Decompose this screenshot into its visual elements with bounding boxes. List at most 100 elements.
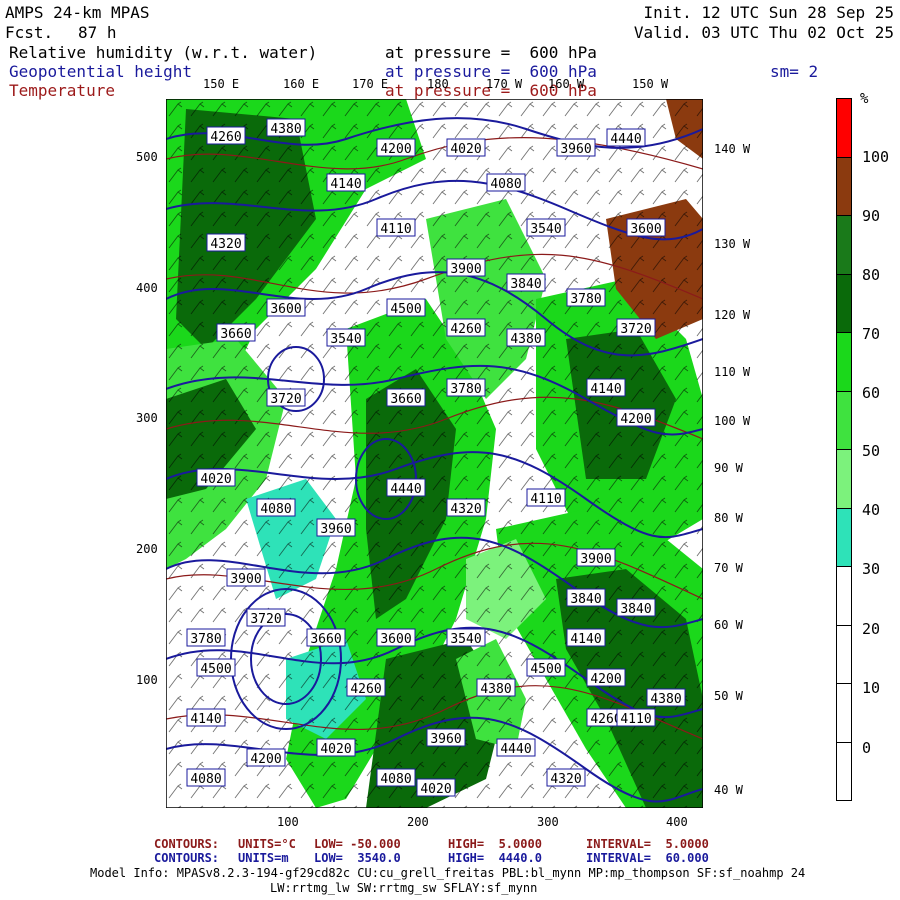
temp-contour-units: UNITS=°C (238, 837, 296, 851)
svg-text:4440: 4440 (500, 742, 531, 757)
svg-text:3540: 3540 (530, 222, 561, 237)
svg-text:3840: 3840 (620, 602, 651, 617)
height-label: 3780 (566, 288, 606, 307)
colorbar-label: 90 (862, 207, 881, 225)
svg-text:4200: 4200 (250, 752, 281, 767)
height-contour-low: LOW= 3540.0 (314, 851, 401, 865)
svg-text:4020: 4020 (320, 742, 351, 757)
svg-text:3960: 3960 (430, 732, 461, 747)
height-label: 3600 (626, 218, 666, 237)
svg-text:4080: 4080 (380, 772, 411, 787)
colorbar-bin (836, 626, 852, 684)
svg-text:3900: 3900 (580, 552, 611, 567)
colorbar-label: 40 (862, 501, 881, 519)
height-label: 4320 (546, 768, 586, 787)
height-label: 4020 (196, 468, 236, 487)
svg-text:4110: 4110 (380, 222, 411, 237)
height-label: 3660 (216, 323, 256, 342)
height-label: 4080 (376, 768, 416, 787)
height-label: 4110 (616, 708, 656, 727)
svg-text:4500: 4500 (530, 662, 561, 677)
svg-text:4320: 4320 (210, 237, 241, 252)
colorbar-bin (836, 275, 852, 333)
colorbar-unit: % (860, 91, 869, 107)
y-tick-label: 200 (136, 542, 158, 556)
y-tick-label: 100 (136, 673, 158, 687)
svg-text:4380: 4380 (510, 332, 541, 347)
svg-text:3780: 3780 (570, 292, 601, 307)
colorbar-label: 50 (862, 442, 881, 460)
svg-text:3540: 3540 (330, 332, 361, 347)
height-contour-units: UNITS=m (238, 851, 289, 865)
height-label: 4200 (376, 138, 416, 157)
height-label: 4080 (186, 768, 226, 787)
right-lon-label: 80 W (714, 511, 743, 525)
height-label: 3840 (616, 598, 656, 617)
svg-text:4080: 4080 (190, 772, 221, 787)
colorbar-bin (836, 450, 852, 509)
x-tick-label: 200 (407, 815, 429, 829)
height-label: 3660 (306, 628, 346, 647)
height-label: 4080 (256, 498, 296, 517)
svg-text:4500: 4500 (390, 302, 421, 317)
svg-text:4200: 4200 (380, 142, 411, 157)
height-label: 3840 (566, 588, 606, 607)
weather-map: 4260 4380 4140 4200 4020 4080 3960 4440 4320 4110… (166, 99, 703, 808)
svg-text:4110: 4110 (620, 712, 651, 727)
x-tick-label: 100 (277, 815, 299, 829)
svg-text:4110: 4110 (530, 492, 561, 507)
svg-text:4200: 4200 (590, 672, 621, 687)
svg-text:4320: 4320 (450, 502, 481, 517)
height-label: 4260 (446, 318, 486, 337)
colorbar-label: 80 (862, 266, 881, 284)
x-tick-label: 300 (537, 815, 559, 829)
svg-text:3840: 3840 (570, 592, 601, 607)
height-label: 3900 (226, 568, 266, 587)
right-lon-label: 50 W (714, 689, 743, 703)
svg-text:4500: 4500 (200, 662, 231, 677)
height-contour-high: HIGH= 4440.0 (448, 851, 542, 865)
field-rh-name: Relative humidity (w.r.t. water) (9, 43, 318, 62)
field-height-name: Geopotential height (9, 62, 193, 81)
svg-text:4260: 4260 (450, 322, 481, 337)
height-label: 3660 (386, 388, 426, 407)
height-contour-label: CONTOURS: (154, 851, 220, 865)
height-label: 4140 (186, 708, 226, 727)
temp-contour-interval: INTERVAL= 5.0000 (586, 837, 709, 851)
y-tick-label: 500 (136, 150, 158, 164)
y-tick-label: 400 (136, 281, 158, 295)
right-lon-label: 140 W (714, 142, 751, 156)
colorbar-label: 0 (862, 739, 872, 757)
colorbar-bin (836, 158, 852, 216)
height-label: 4200 (246, 748, 286, 767)
height-label: 3960 (426, 728, 466, 747)
height-label: 3840 (506, 273, 546, 292)
height-label: 3540 (526, 218, 566, 237)
height-label: 3900 (446, 258, 486, 277)
height-label: 3960 (316, 518, 356, 537)
svg-text:4140: 4140 (590, 382, 621, 397)
svg-text:3660: 3660 (390, 392, 421, 407)
colorbar-label: 70 (862, 325, 881, 343)
svg-text:3660: 3660 (310, 632, 341, 647)
y-tick-label: 300 (136, 411, 158, 425)
right-lon-label: 70 W (714, 561, 743, 575)
colorbar-label: 100 (862, 148, 890, 166)
height-label: 3960 (556, 138, 596, 157)
svg-text:3780: 3780 (450, 382, 481, 397)
field-temp-name: Temperature (9, 81, 115, 100)
svg-text:4140: 4140 (570, 632, 601, 647)
svg-text:4080: 4080 (490, 177, 521, 192)
height-label: 4110 (376, 218, 416, 237)
colorbar-bin (836, 684, 852, 743)
colorbar-bin (836, 509, 852, 567)
forecast-label: Fcst. (5, 23, 54, 42)
right-lon-label: 40 W (714, 783, 743, 797)
svg-text:3900: 3900 (450, 262, 481, 277)
height-label: 3600 (266, 298, 306, 317)
height-label: 4380 (266, 118, 306, 137)
height-label: 4140 (586, 378, 626, 397)
svg-text:3720: 3720 (270, 392, 301, 407)
height-label: 4500 (526, 658, 566, 677)
right-lon-label: 130 W (714, 237, 751, 251)
